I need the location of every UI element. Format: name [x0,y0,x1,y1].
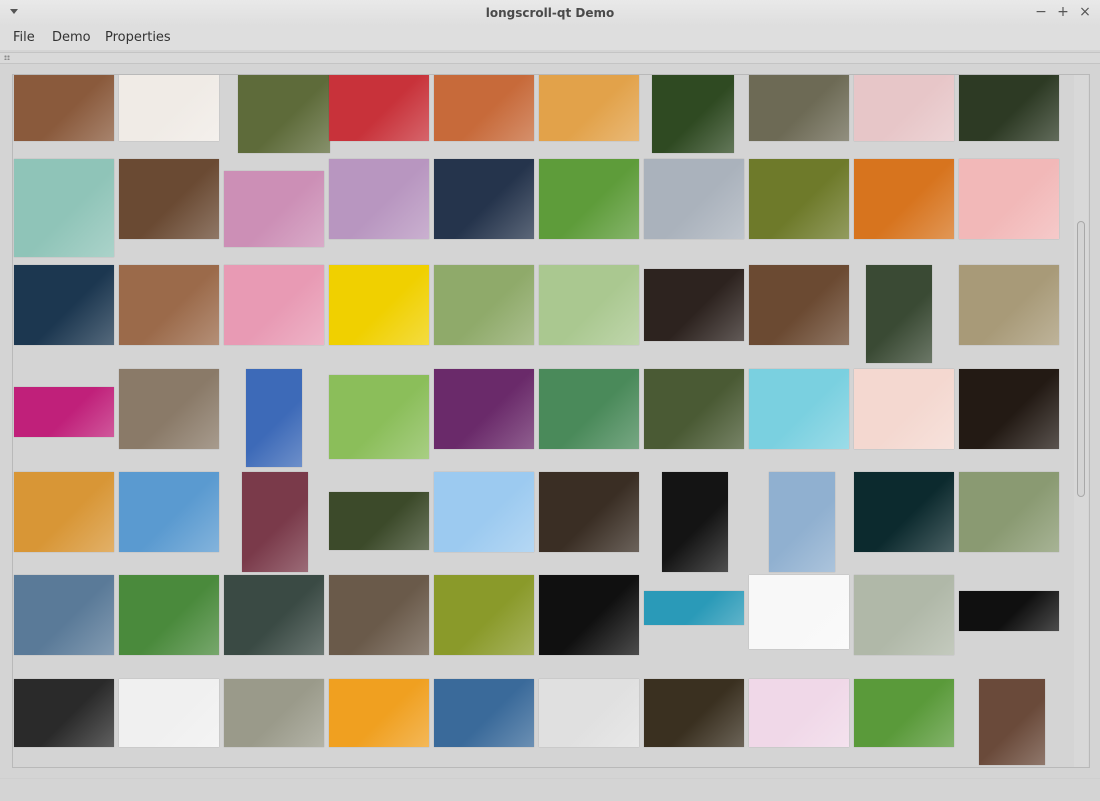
thumbnail-image[interactable] [14,75,114,141]
thumbnail-image[interactable] [749,75,849,141]
close-icon[interactable]: × [1078,5,1092,19]
thumbnail-image[interactable] [854,369,954,449]
thumbnail-image[interactable] [644,591,744,625]
thumbnail-image[interactable] [539,159,639,239]
thumbnail-image[interactable] [434,575,534,655]
thumbnail-image[interactable] [539,575,639,655]
thumbnail-image[interactable] [769,472,835,572]
thumbnail-image[interactable] [119,75,219,141]
thumbnail-image[interactable] [434,369,534,449]
thumbnail-image[interactable] [14,575,114,655]
thumbnail-image[interactable] [644,679,744,747]
thumbnail-image[interactable] [959,472,1059,552]
thumbnail-image[interactable] [119,369,219,449]
thumbnail-image[interactable] [662,472,728,572]
thumbnail-image[interactable] [14,472,114,552]
thumbnail-image[interactable] [979,679,1045,765]
thumbnail-image[interactable] [14,159,114,257]
thumbnail-image[interactable] [224,265,324,345]
menu-demo[interactable]: Demo [52,30,91,45]
thumbnail-image[interactable] [539,369,639,449]
thumbnail-image[interactable] [539,75,639,141]
thumbnail-image[interactable] [329,575,429,655]
thumbnail-image[interactable] [749,575,849,649]
thumbnail-image[interactable] [434,75,534,141]
thumbnail-image[interactable] [434,159,534,239]
thumbnail-image[interactable] [854,159,954,239]
thumbnail-image[interactable] [854,75,954,141]
thumbnail-image[interactable] [644,269,744,341]
thumbnail-image[interactable] [329,375,429,459]
thumbnail-image[interactable] [14,679,114,747]
thumbnail-image[interactable] [539,679,639,747]
thumbnail-image[interactable] [539,265,639,345]
thumbnail-image[interactable] [329,265,429,345]
thumbnail-image[interactable] [242,472,308,572]
maximize-icon[interactable]: + [1056,5,1070,19]
thumbnail-image[interactable] [434,472,534,552]
thumbnail-image[interactable] [959,75,1059,141]
thumbnail-image[interactable] [224,575,324,655]
thumbnail-image[interactable] [959,265,1059,345]
thumbnail-grid [13,75,1071,767]
menu-file[interactable]: File [13,30,35,45]
thumbnail-image[interactable] [119,265,219,345]
toolbar-area [0,52,1100,64]
thumbnail-image[interactable] [644,159,744,239]
vertical-scrollbar[interactable] [1074,75,1088,767]
menu-properties[interactable]: Properties [105,30,171,45]
thumbnail-image[interactable] [329,492,429,550]
menu-bar: File Demo Properties [0,26,1100,50]
minimize-icon[interactable]: − [1034,5,1048,19]
thumbnail-image[interactable] [329,75,429,141]
thumbnail-image[interactable] [329,679,429,747]
thumbnail-image[interactable] [749,369,849,449]
thumbnail-image[interactable] [749,159,849,239]
status-bar [0,778,1100,801]
thumbnail-image[interactable] [854,472,954,552]
thumbnail-image[interactable] [749,679,849,747]
thumbnail-image[interactable] [434,265,534,345]
thumbnail-image[interactable] [854,679,954,747]
thumbnail-image[interactable] [866,265,932,363]
thumbnail-image[interactable] [224,679,324,747]
thumbnail-image[interactable] [434,679,534,747]
thumbnail-scroll-area[interactable] [12,74,1090,768]
thumbnail-image[interactable] [854,575,954,655]
thumbnail-image[interactable] [652,75,734,153]
thumbnail-image[interactable] [749,265,849,345]
thumbnail-image[interactable] [238,75,330,153]
thumbnail-image[interactable] [14,387,114,437]
thumbnail-image[interactable] [119,159,219,239]
thumbnail-image[interactable] [119,575,219,655]
thumbnail-image[interactable] [224,171,324,247]
title-bar: longscroll-qt Demo − + × [0,0,1100,26]
thumbnail-image[interactable] [959,369,1059,449]
thumbnail-image[interactable] [14,265,114,345]
window-title: longscroll-qt Demo [485,6,615,20]
thumbnail-image[interactable] [246,369,302,467]
thumbnail-image[interactable] [119,472,219,552]
thumbnail-image[interactable] [329,159,429,239]
thumbnail-image[interactable] [119,679,219,747]
thumbnail-image[interactable] [539,472,639,552]
thumbnail-image[interactable] [959,591,1059,631]
scrollbar-thumb[interactable] [1077,221,1085,497]
thumbnail-image[interactable] [959,159,1059,239]
thumbnail-image[interactable] [644,369,744,449]
toolbar-grip-icon[interactable] [4,55,10,60]
